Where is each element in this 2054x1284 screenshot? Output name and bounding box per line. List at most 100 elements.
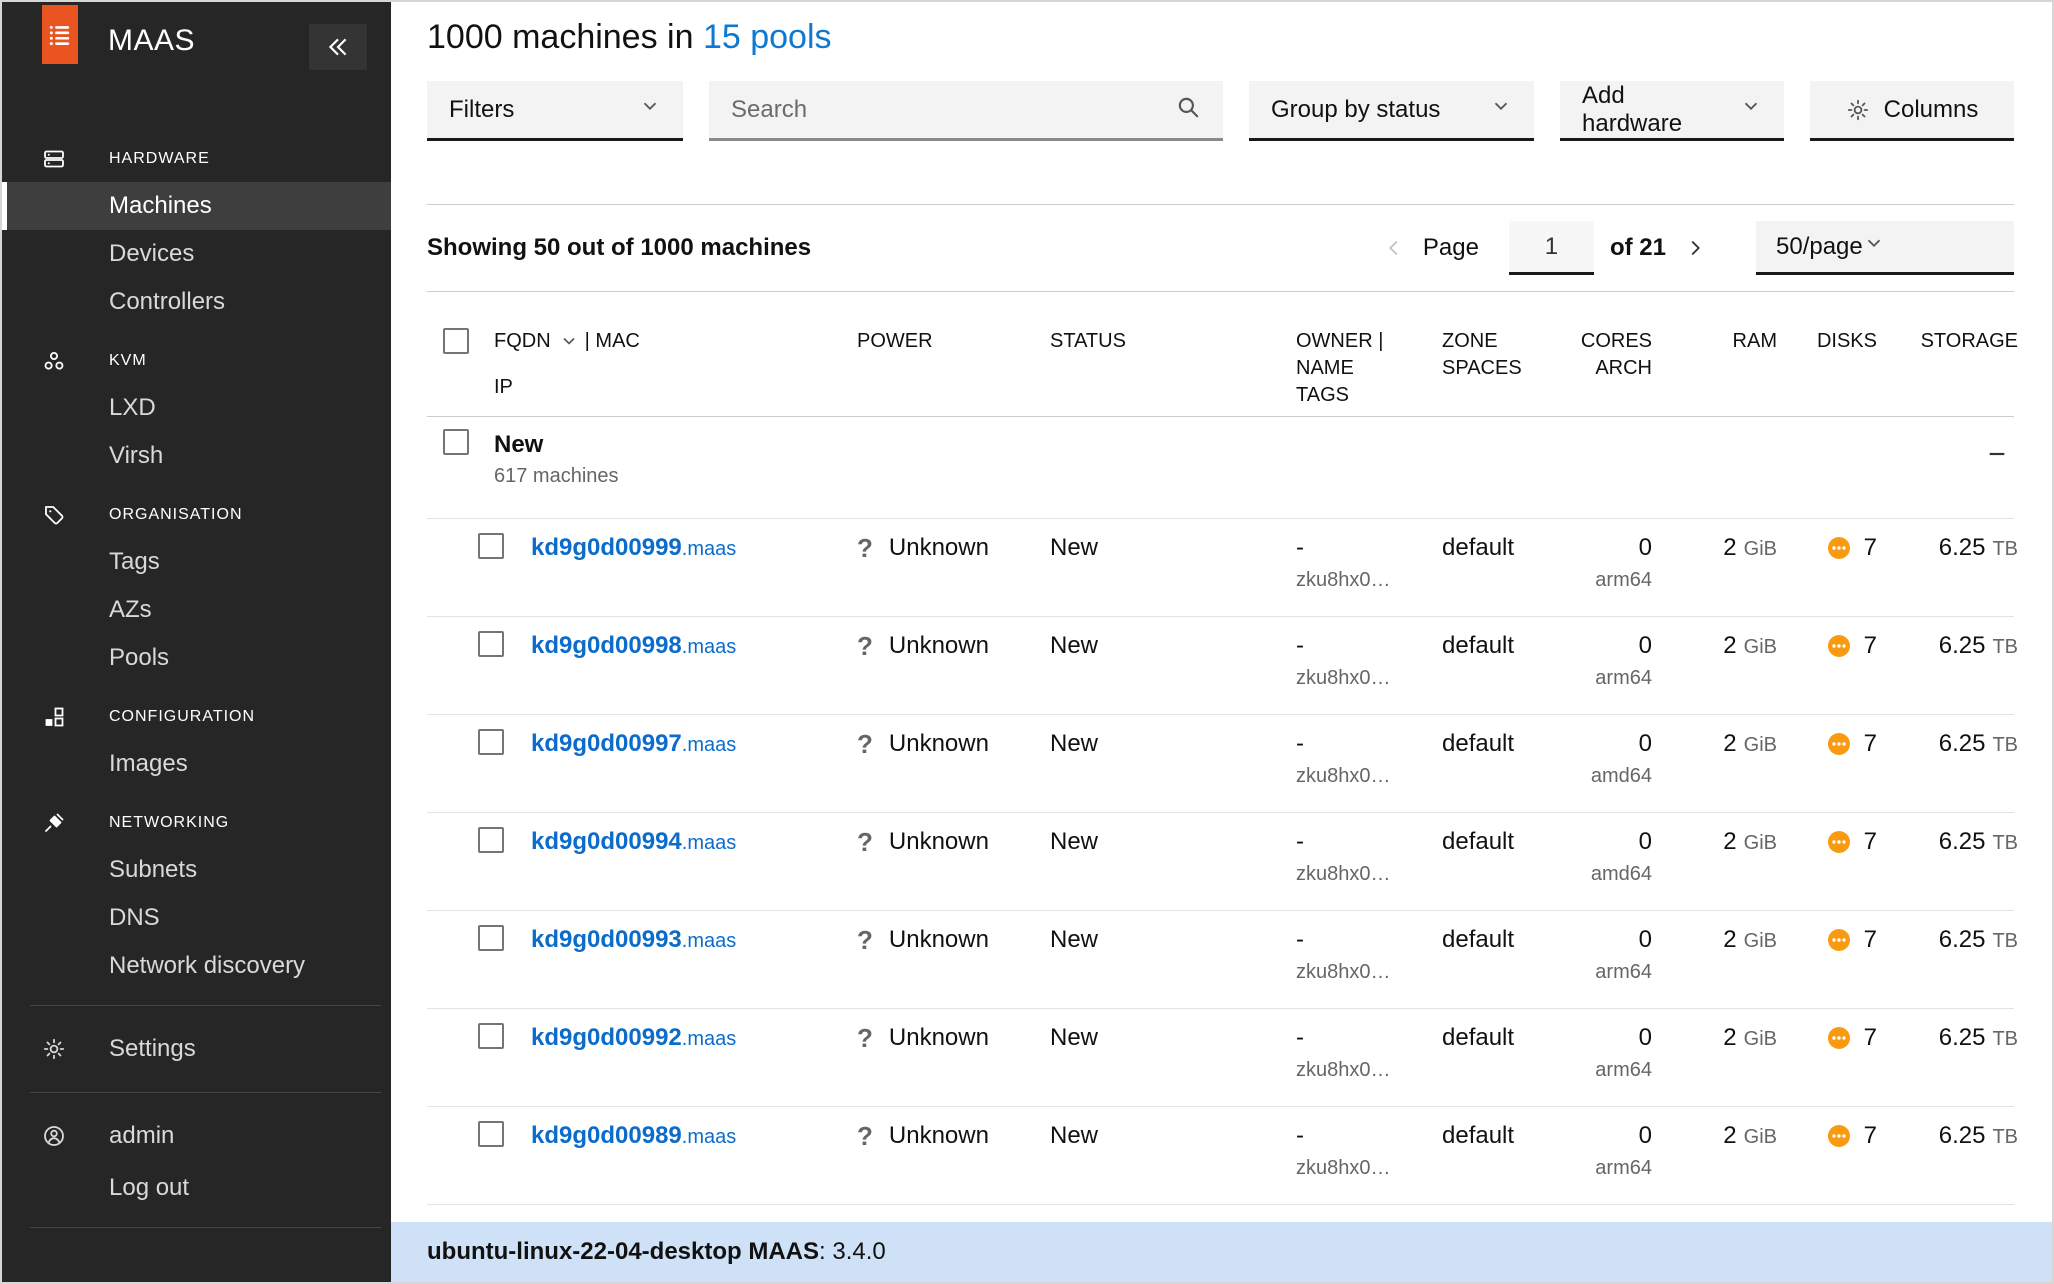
next-page-button[interactable] [1680,237,1710,259]
sidebar-item-images[interactable]: Images [2,740,391,788]
machine-name: zku8hx0… [1296,1155,1442,1181]
search-icon [1175,94,1201,125]
page-size-dropdown[interactable]: 50/page [1756,221,2014,275]
arch-value: arm64 [1572,1057,1652,1083]
storage-value: 6.25 [1939,1122,1986,1149]
pools-link[interactable]: 15 pools [703,18,832,56]
disks-cell: 7 [1777,533,1877,616]
row-select-checkbox[interactable] [478,533,504,559]
column-header-zone[interactable]: ZONE SPACES [1442,328,1572,416]
column-header-cores[interactable]: CORES ARCH [1572,328,1652,416]
filters-dropdown[interactable]: Filters [427,81,683,141]
blocks-icon [42,705,66,729]
group-row-new: New 617 machines [427,417,2014,519]
machine-link[interactable]: kd9g0d00994.maas [531,828,736,855]
add-hardware-dropdown[interactable]: Add hardware [1560,81,1784,141]
machine-name: zku8hx0… [1296,861,1442,887]
ram-value: 2 [1723,632,1736,659]
sidebar-item-pools[interactable]: Pools [2,634,391,682]
cores-value: 0 [1639,1122,1652,1149]
sidebar-item-machines[interactable]: Machines [2,182,391,230]
ram-value: 2 [1723,534,1736,561]
zone-cell[interactable]: default [1442,1023,1572,1106]
collapse-group-button[interactable] [1986,443,2008,470]
machine-link[interactable]: kd9g0d00998.maas [531,632,736,659]
sidebar-item-admin[interactable]: admin [2,1108,391,1164]
owner-cell: - zku8hx0… [1296,631,1442,714]
zone-cell[interactable]: default [1442,631,1572,714]
storage-unit: TB [1992,1126,2018,1148]
row-select-checkbox[interactable] [478,729,504,755]
machine-link[interactable]: kd9g0d00992.maas [531,1024,736,1051]
owner-value: - [1296,926,1304,953]
column-header-owner[interactable]: OWNER | NAME TAGS [1296,328,1442,416]
columns-label: Columns [1884,96,1979,124]
sidebar-item-network-discovery[interactable]: Network discovery [2,942,391,990]
cores-cell: 0 arm64 [1572,1121,1652,1204]
zone-cell[interactable]: default [1442,827,1572,910]
zone-cell[interactable]: default [1442,925,1572,1008]
sidebar-collapse-button[interactable] [309,24,367,70]
sidebar-item-azs[interactable]: AZs [2,586,391,634]
disks-cell: 7 [1777,1121,1877,1204]
maas-logo[interactable] [42,5,78,64]
columns-button[interactable]: Columns [1810,81,2014,141]
sidebar-item-lxd[interactable]: LXD [2,384,391,432]
disks-value: 7 [1864,1023,1877,1053]
machine-link[interactable]: kd9g0d00989.maas [531,1122,736,1149]
machine-link[interactable]: kd9g0d00993.maas [531,926,736,953]
column-header-ram[interactable]: RAM [1652,328,1777,416]
maas-app: MAAS HARDWAREMachinesDevicesControllersK… [0,0,2054,1284]
sidebar-item-label: DNS [109,904,160,932]
storage-value: 6.25 [1939,730,1986,757]
row-select-checkbox[interactable] [478,1023,504,1049]
cores-cell: 0 arm64 [1572,533,1652,616]
sidebar-item-log-out[interactable]: Log out [2,1164,391,1212]
sidebar-item-controllers[interactable]: Controllers [2,278,391,326]
sidebar-item-tags[interactable]: Tags [2,538,391,586]
group-select-checkbox[interactable] [443,429,469,455]
row-select-checkbox[interactable] [478,925,504,951]
ram-value: 2 [1723,1024,1736,1051]
previous-page-button[interactable] [1379,237,1409,259]
sidebar-item-devices[interactable]: Devices [2,230,391,278]
zone-cell[interactable]: default [1442,1121,1572,1204]
sidebar-item-dns[interactable]: DNS [2,894,391,942]
row-select-checkbox[interactable] [478,1121,504,1147]
disks-cell: 7 [1777,925,1877,1008]
sidebar-item-virsh[interactable]: Virsh [2,432,391,480]
sidebar-item-settings[interactable]: Settings [2,1021,391,1077]
power-cell: ? Unknown [857,1023,1050,1106]
cores-cell: 0 amd64 [1572,729,1652,812]
select-all-checkbox[interactable] [443,328,469,354]
owner-value: - [1296,1024,1304,1051]
cores-value: 0 [1639,1024,1652,1051]
zone-cell[interactable]: default [1442,533,1572,616]
fqdn-header-label: FQDN [494,328,551,355]
column-header-power[interactable]: POWER [857,328,1050,416]
column-header-disks[interactable]: DISKS [1777,328,1877,416]
column-header-fqdn[interactable]: FQDN | MAC IP [494,328,857,416]
machine-link[interactable]: kd9g0d00997.maas [531,730,736,757]
zone-cell[interactable]: default [1442,729,1572,812]
machine-name: zku8hx0… [1296,763,1442,789]
row-select-checkbox[interactable] [478,827,504,853]
power-state: Unknown [889,631,989,714]
column-header-storage[interactable]: STORAGE [1877,328,2018,416]
power-unknown-icon: ? [857,1023,873,1106]
search-input[interactable] [731,96,1175,124]
machine-link[interactable]: kd9g0d00999.maas [531,534,736,561]
status-cell: New [1050,631,1296,714]
test-pending-icon [1827,928,1851,952]
storage-value: 6.25 [1939,534,1986,561]
disks-value: 7 [1864,533,1877,563]
group-by-dropdown[interactable]: Group by status [1249,81,1534,141]
test-pending-icon [1827,1026,1851,1050]
machine-row: kd9g0d00994.maas ? Unknown New - zku8hx0… [427,813,2014,911]
page-number-input[interactable] [1509,221,1594,275]
storage-value: 6.25 [1939,828,1986,855]
sidebar-item-subnets[interactable]: Subnets [2,846,391,894]
fqdn-cell: kd9g0d00993.maas [531,925,857,1008]
column-header-status[interactable]: STATUS [1050,328,1296,416]
row-select-checkbox[interactable] [478,631,504,657]
